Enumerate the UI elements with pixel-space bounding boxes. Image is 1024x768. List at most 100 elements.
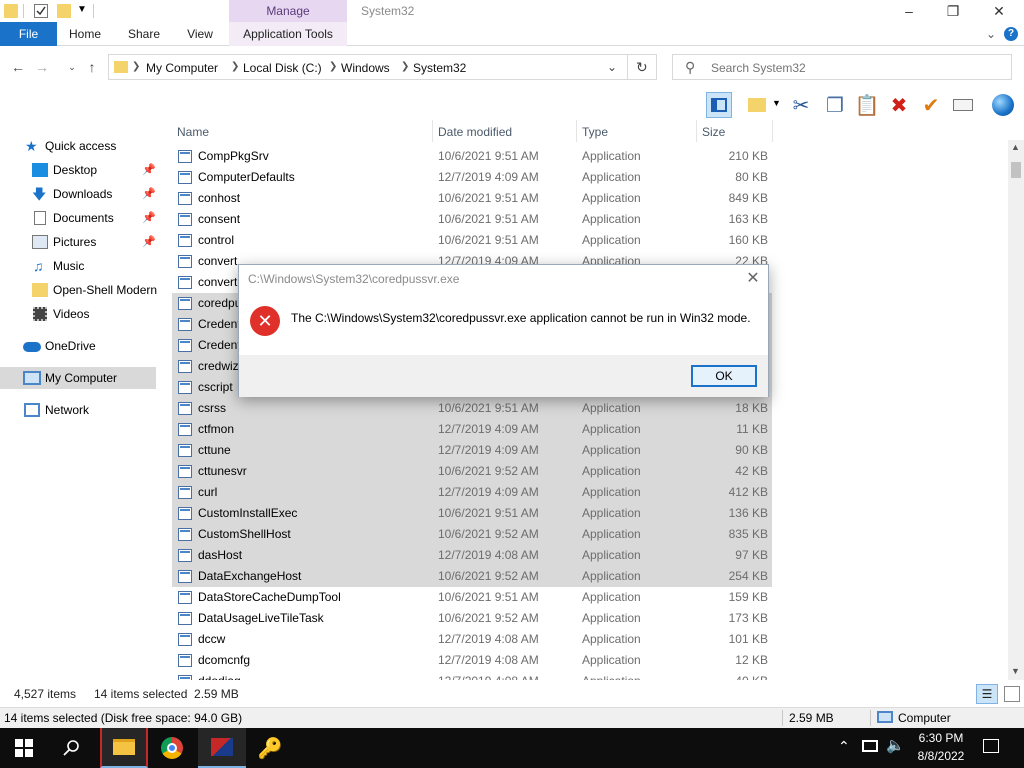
cut-icon[interactable]: ✂ — [788, 92, 814, 118]
breadcrumb-separator-icon[interactable]: ❯ — [401, 61, 409, 72]
refresh-icon[interactable]: ↻ — [636, 59, 648, 76]
pin-icon[interactable]: 📌 — [142, 207, 156, 229]
properties-check-icon[interactable]: ✔ — [918, 92, 944, 118]
file-row[interactable]: CustomInstallExec 10/6/2021 9:51 AM Applic… — [172, 503, 772, 524]
start-button[interactable] — [0, 728, 48, 768]
breadcrumb-separator-icon[interactable]: ❯ — [231, 61, 239, 72]
file-row[interactable]: CompPkgSrv 10/6/2021 9:51 AM Application 21… — [172, 146, 772, 167]
file-row[interactable]: ComputerDefaults 12/7/2019 4:09 AM Applica… — [172, 167, 772, 188]
recent-locations-icon[interactable]: ⌄ — [62, 57, 82, 77]
notification-icon[interactable] — [983, 739, 999, 753]
breadcrumb-system32[interactable]: System32 — [413, 61, 466, 75]
key-icon[interactable]: 🔑 — [246, 728, 294, 768]
back-button[interactable]: ← — [8, 57, 28, 77]
nav-music[interactable]: ♫ Music — [0, 255, 156, 277]
tab-application-tools[interactable]: Application Tools — [229, 22, 347, 46]
nav-quick-access[interactable]: ★ Quick access — [0, 135, 156, 157]
file-explorer-taskbar-icon[interactable] — [100, 728, 148, 768]
clock-time[interactable]: 6:30 PM — [916, 731, 966, 745]
pin-icon[interactable]: 📌 — [142, 159, 156, 181]
file-row[interactable]: control 10/6/2021 9:51 AM Application 160 K… — [172, 230, 772, 251]
tab-view[interactable]: View — [176, 22, 224, 46]
folder-icon[interactable] — [4, 4, 18, 18]
scrollbar-thumb[interactable] — [1011, 162, 1021, 178]
nav-documents[interactable]: Documents 📌 — [0, 207, 156, 229]
chrome-icon[interactable] — [148, 728, 196, 768]
file-row[interactable]: DataExchangeHost 10/6/2021 9:52 AM Applica… — [172, 566, 772, 587]
dropdown-icon[interactable]: ▼ — [772, 98, 781, 108]
rename-icon[interactable] — [950, 92, 976, 118]
script-host-icon[interactable] — [198, 728, 246, 768]
large-icons-view-icon[interactable] — [1004, 686, 1020, 702]
file-row[interactable]: cttunesvr 10/6/2021 9:52 AM Application 42 … — [172, 461, 772, 482]
file-row[interactable]: dccw 12/7/2019 4:08 AM Application 101 KB — [172, 629, 772, 650]
file-row[interactable]: dcomcnfg 12/7/2019 4:08 AM Application 12 K… — [172, 650, 772, 671]
nav-network[interactable]: Network — [0, 399, 156, 421]
manage-tab[interactable]: Manage — [229, 0, 347, 22]
breadcrumb-my-computer[interactable]: My Computer — [146, 61, 218, 75]
globe-icon[interactable] — [990, 92, 1016, 118]
breadcrumb-separator-icon[interactable]: ❯ — [132, 61, 140, 72]
search-input[interactable] — [711, 59, 1001, 77]
breadcrumb-local-disk[interactable]: Local Disk (C:) — [243, 61, 322, 75]
column-divider[interactable] — [576, 120, 577, 142]
tab-home[interactable]: Home — [60, 22, 110, 46]
forward-button[interactable]: → — [32, 57, 52, 77]
properties-icon[interactable] — [34, 4, 48, 18]
column-size[interactable]: Size — [702, 125, 725, 139]
scroll-down-icon[interactable]: ▼ — [1011, 666, 1020, 676]
file-row[interactable]: DataStoreCacheDumpTool 10/6/2021 9:51 AM A… — [172, 587, 772, 608]
file-row[interactable]: consent 10/6/2021 9:51 AM Application 163 K… — [172, 209, 772, 230]
file-row[interactable]: dasHost 12/7/2019 4:08 AM Application 97 KB — [172, 545, 772, 566]
maximize-button[interactable]: ❐ — [930, 0, 976, 22]
ok-button[interactable]: OK — [691, 365, 757, 387]
address-bar[interactable]: ❯ My Computer ❯ Local Disk (C:) ❯ Window… — [108, 54, 657, 80]
nav-downloads[interactable]: 🡇 Downloads 📌 — [0, 183, 156, 205]
column-divider[interactable] — [432, 120, 433, 142]
close-button[interactable]: ✕ — [976, 0, 1022, 22]
chevron-up-icon[interactable]: ⌃ — [838, 738, 850, 755]
scroll-up-icon[interactable]: ▲ — [1011, 142, 1020, 152]
address-dropdown-icon[interactable]: ⌄ — [607, 60, 617, 74]
file-row[interactable]: csrss 10/6/2021 9:51 AM Application 18 KB — [172, 398, 772, 419]
customize-quick-access-icon[interactable]: ▼ — [77, 4, 87, 15]
chevron-down-icon[interactable]: ⌄ — [986, 27, 996, 41]
preview-pane-icon[interactable] — [706, 92, 732, 118]
nav-desktop[interactable]: Desktop 📌 — [0, 159, 156, 181]
breadcrumb-windows[interactable]: Windows — [341, 61, 390, 75]
column-divider[interactable] — [772, 120, 773, 142]
nav-open-shell[interactable]: Open-Shell Modern — [0, 279, 157, 301]
nav-my-computer[interactable]: My Computer — [0, 367, 156, 389]
clock-date[interactable]: 8/8/2022 — [912, 749, 970, 763]
file-row[interactable]: ddodiag 12/7/2019 4:08 AM Application 40 KB — [172, 671, 772, 680]
nav-pictures[interactable]: Pictures 📌 — [0, 231, 156, 253]
help-icon[interactable]: ? — [1004, 27, 1018, 41]
column-name[interactable]: Name — [177, 125, 209, 139]
file-row[interactable]: DataUsageLiveTileTask 10/6/2021 9:52 AM Ap… — [172, 608, 772, 629]
up-button[interactable]: ↑ — [82, 57, 102, 77]
tab-file[interactable]: File — [0, 22, 57, 46]
breadcrumb-separator-icon[interactable]: ❯ — [329, 61, 337, 72]
file-row[interactable]: cttune 12/7/2019 4:09 AM Application 90 KB — [172, 440, 772, 461]
file-row[interactable]: curl 12/7/2019 4:09 AM Application 412 KB — [172, 482, 772, 503]
nav-onedrive[interactable]: OneDrive — [0, 335, 156, 357]
column-date-modified[interactable]: Date modified — [438, 125, 512, 139]
nav-videos[interactable]: Videos — [0, 303, 156, 325]
new-folder-icon[interactable] — [57, 4, 71, 18]
dialog-close-button[interactable]: ✕ — [741, 268, 765, 290]
copy-icon[interactable]: ❐ — [822, 92, 848, 118]
column-divider[interactable] — [696, 120, 697, 142]
volume-icon[interactable]: 🔈 — [886, 736, 905, 754]
file-row[interactable]: ctfmon 12/7/2019 4:09 AM Application 11 KB — [172, 419, 772, 440]
file-row[interactable]: CustomShellHost 10/6/2021 9:52 AM Applicat… — [172, 524, 772, 545]
network-tray-icon[interactable] — [862, 740, 878, 752]
file-row[interactable]: conhost 10/6/2021 9:51 AM Application 849 K… — [172, 188, 772, 209]
column-type[interactable]: Type — [582, 125, 608, 139]
search-button[interactable] — [48, 728, 96, 768]
tab-share[interactable]: Share — [118, 22, 170, 46]
details-view-icon[interactable]: ☰ — [976, 684, 998, 704]
pin-icon[interactable]: 📌 — [142, 183, 156, 205]
pin-icon[interactable]: 📌 — [142, 231, 156, 253]
delete-icon[interactable]: ✖ — [886, 92, 912, 118]
minimize-button[interactable]: – — [886, 0, 932, 22]
